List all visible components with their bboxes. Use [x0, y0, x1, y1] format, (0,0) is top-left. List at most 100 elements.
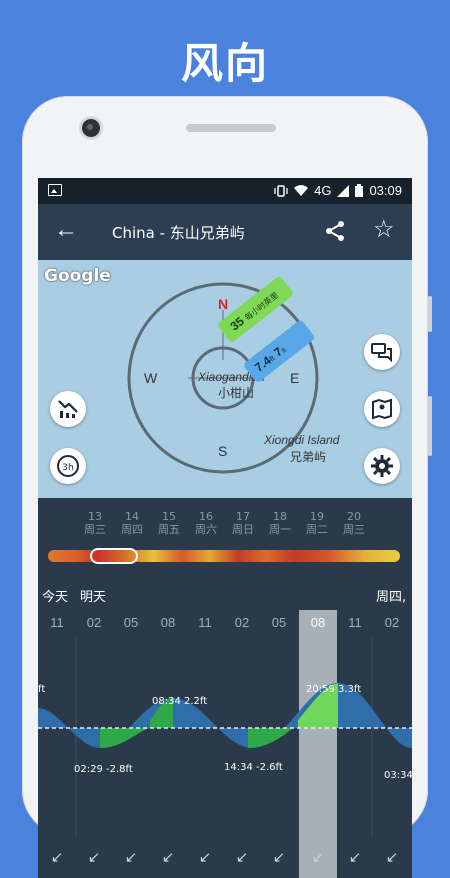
wind-arrow-icon: ↙ — [348, 849, 362, 866]
page-title: China - 东山兄弟屿 — [112, 224, 245, 242]
tide-label-low: 02:29 -2.8ft — [74, 764, 133, 775]
wind-arrow-icon: ↙ — [235, 849, 249, 866]
tide-label-low: 14:34 -2.6ft — [224, 762, 283, 773]
promo-title: 风向 — [180, 39, 269, 88]
tide-label-edge: 03:34 — [384, 770, 412, 781]
image-notification-icon — [48, 184, 62, 196]
day-item[interactable]: 20 周三 — [336, 510, 372, 536]
day-name: 周三 — [84, 523, 106, 536]
day-name: 周四 — [121, 523, 143, 536]
label-tomorrow: 明天 — [80, 590, 107, 605]
tide-chart — [38, 638, 412, 838]
forecast-graph-button[interactable] — [50, 391, 86, 427]
wind-arrow-icon: ↙ — [87, 849, 101, 866]
wind-arrow-icon: ↙ — [124, 849, 138, 866]
day-name: 周二 — [306, 523, 328, 536]
map-layers-button[interactable] — [364, 391, 400, 427]
day-item[interactable]: 18 周一 — [262, 510, 298, 536]
day-number: 16 — [199, 510, 213, 523]
wifi-icon — [294, 184, 309, 196]
day-number: 20 — [347, 510, 361, 523]
wind-arrow-icon: ↙ — [50, 849, 64, 866]
gear-icon — [371, 455, 393, 477]
wind-arrow-icon: ↙ — [385, 849, 399, 866]
label-today: 今天 — [42, 590, 69, 605]
day-name: 周一 — [269, 523, 291, 536]
wind-arrow-icon: ↙ — [198, 849, 212, 866]
day-item[interactable]: 19 周二 — [299, 510, 335, 536]
day-item[interactable]: 17 周日 — [225, 510, 261, 536]
hour-cell[interactable]: 02 — [375, 610, 409, 636]
compass-north: N — [218, 296, 229, 312]
wind-direction-row: ↙ ↙ ↙ ↙ ↙ ↙ ↙ ↙ ↙ ↙ — [38, 848, 412, 872]
hour-cell[interactable]: 11 — [188, 610, 222, 636]
network-type: 4G — [314, 183, 332, 198]
app-bar: ← China - 东山兄弟屿 ☆ — [38, 204, 412, 260]
favorite-star-icon[interactable]: ☆ — [373, 218, 395, 242]
label-thursday: 周四, — [376, 590, 407, 605]
day-number: 13 — [88, 510, 102, 523]
day-number: 18 — [273, 510, 287, 523]
compass-south: S — [218, 443, 228, 459]
compass-west: W — [144, 370, 158, 386]
share-icon[interactable] — [324, 220, 346, 242]
wind-arrow-icon: ↙ — [311, 849, 325, 866]
place-name-zh: 小柑山 — [218, 386, 255, 400]
day-name: 周日 — [232, 523, 254, 536]
hour-cell[interactable]: 02 — [225, 610, 259, 636]
hour-row[interactable]: 11 02 05 08 11 02 05 08 11 02 — [38, 610, 412, 636]
map-pin-icon — [372, 398, 392, 420]
day-number: 19 — [310, 510, 324, 523]
tide-label-high: 08:34 2.2ft — [152, 696, 208, 707]
hour-cell[interactable]: 05 — [114, 610, 148, 636]
hour-cell[interactable]: 05 — [262, 610, 296, 636]
svg-text:3h: 3h — [62, 463, 73, 473]
island-name-zh: 兄弟屿 — [290, 450, 327, 464]
power-button — [428, 396, 432, 456]
day-number: 15 — [162, 510, 176, 523]
battery-icon — [355, 184, 364, 197]
volume-button — [428, 296, 432, 332]
heat-bar-selection[interactable] — [90, 548, 138, 564]
earpiece-speaker — [186, 124, 276, 132]
day-name: 周五 — [158, 523, 180, 536]
3h-clock-icon: 3h — [57, 455, 79, 477]
day-name: 周三 — [343, 523, 365, 536]
day-number: 17 — [236, 510, 250, 523]
back-arrow-icon[interactable]: ← — [54, 218, 78, 242]
front-camera — [82, 119, 100, 137]
tide-fill — [100, 728, 150, 748]
island-name-en: Xiongdi Island — [264, 433, 340, 447]
chart-icon — [58, 400, 78, 418]
wind-arrow-icon: ↙ — [161, 849, 175, 866]
wind-arrow-icon: ↙ — [272, 849, 286, 866]
day-item[interactable]: 15 周五 — [151, 510, 187, 536]
day-item[interactable]: 16 周六 — [188, 510, 224, 536]
clock: 03:09 — [369, 183, 402, 198]
tide-label-high: 20:59 3.3ft — [306, 684, 362, 695]
hour-cell-selected[interactable]: 08 — [301, 610, 335, 636]
tide-label-edge: ft — [38, 684, 46, 695]
map-view[interactable]: Google N E S W Xiaogandian 小柑山 Xiongdi I… — [38, 260, 412, 498]
phone-frame: 4G 03:09 ← China - 东山兄弟屿 ☆ Google N E S … — [22, 96, 432, 878]
tide-fill — [248, 728, 293, 748]
compass-east: E — [290, 370, 300, 386]
day-number: 14 — [125, 510, 139, 523]
day-name: 周六 — [195, 523, 217, 536]
discussion-button[interactable] — [364, 334, 400, 370]
hour-cell[interactable]: 11 — [338, 610, 372, 636]
hour-cell[interactable]: 08 — [151, 610, 185, 636]
status-bar: 4G 03:09 — [38, 178, 412, 204]
forecast-timeline[interactable]: 13 周三 14 周四 15 周五 16 周六 17 周日 18 周一 19 周二 20 周三 … — [38, 498, 412, 878]
chat-bubbles-icon — [371, 343, 392, 363]
settings-button[interactable] — [364, 448, 400, 484]
hour-cell[interactable]: 11 — [40, 610, 74, 636]
app-screen: 4G 03:09 ← China - 东山兄弟屿 ☆ Google N E S … — [38, 178, 412, 878]
hour-cell[interactable]: 02 — [77, 610, 111, 636]
vibrate-icon — [274, 184, 288, 197]
time-step-button[interactable]: 3h — [50, 448, 86, 484]
day-item[interactable]: 14 周四 — [114, 510, 150, 536]
day-item[interactable]: 13 周三 — [77, 510, 113, 536]
day-strip[interactable]: 13 周三 14 周四 15 周五 16 周六 17 周日 18 周一 19 周二 20 周三 — [38, 510, 412, 542]
signal-icon — [337, 184, 350, 197]
